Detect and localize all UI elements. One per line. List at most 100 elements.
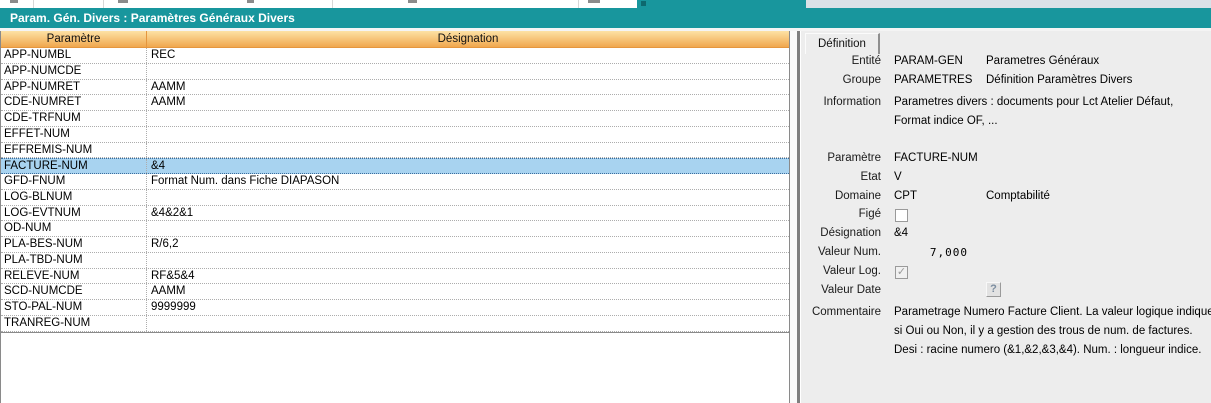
row-designation[interactable] [147, 190, 789, 205]
information-line2: Format indice OF, ... [894, 115, 998, 127]
row-parametre[interactable]: LOG-EVTNUM [1, 206, 147, 221]
table-row[interactable]: APP-NUMRETAAMM [1, 80, 789, 96]
tab-definition[interactable]: Définition [805, 33, 880, 54]
field-label: Domaine [801, 190, 881, 202]
table-row[interactable]: EFFREMIS-NUM [1, 143, 789, 159]
field-groupe: Groupe PARAMETRES Définition Paramètres … [801, 74, 1211, 91]
app-window: Param. Gén. Divers : Paramètres Généraux… [0, 0, 1211, 403]
table-row[interactable]: STO-PAL-NUM9999999 [1, 300, 789, 316]
table-row[interactable]: CDE-TRFNUM [1, 111, 789, 127]
table-row[interactable]: PLA-TBD-NUM [1, 253, 789, 269]
field-valeur-log: Valeur Log. ✓ [801, 265, 1211, 282]
panel-splitter[interactable] [790, 31, 800, 403]
table-row[interactable]: OD-NUM [1, 221, 789, 237]
field-entite: Entité PARAM-GEN Parametres Généraux [801, 55, 1211, 72]
row-parametre[interactable]: PLA-TBD-NUM [1, 253, 147, 268]
row-parametre[interactable]: EFFET-NUM [1, 127, 147, 142]
valeur-date-help-button[interactable]: ? [986, 282, 1001, 297]
row-parametre[interactable]: EFFREMIS-NUM [1, 143, 147, 158]
row-designation[interactable] [147, 253, 789, 268]
field-label: Etat [801, 171, 881, 183]
column-header-designation[interactable]: Désignation [147, 31, 789, 47]
row-parametre[interactable]: LOG-BLNUM [1, 190, 147, 205]
table-row[interactable]: FACTURE-NUM&4 [1, 158, 789, 174]
commentaire-line2: si Oui ou Non, il y a gestion des trous … [894, 325, 1193, 337]
row-designation[interactable]: 9999999 [147, 300, 789, 315]
row-designation[interactable] [147, 64, 789, 79]
row-parametre[interactable]: APP-NUMRET [1, 80, 147, 95]
field-label: Groupe [801, 74, 881, 86]
row-parametre[interactable]: SCD-NUMCDE [1, 284, 147, 299]
table-row[interactable]: PLA-BES-NUMR/6,2 [1, 237, 789, 253]
table-row[interactable]: SCD-NUMCDEAAMM [1, 284, 789, 300]
row-designation[interactable]: R/6,2 [147, 237, 789, 252]
domaine-code: CPT [894, 190, 917, 202]
field-label: Paramètre [801, 152, 881, 164]
entite-description: Parametres Généraux [986, 55, 1099, 67]
commentaire-line1: Parametrage Numero Facture Client. La va… [894, 306, 1211, 318]
row-designation[interactable]: &4&2&1 [147, 206, 789, 221]
row-designation[interactable]: AAMM [147, 95, 789, 110]
row-parametre[interactable]: PLA-BES-NUM [1, 237, 147, 252]
table-row[interactable]: GFD-FNUMFormat Num. dans Fiche DIAPASON [1, 174, 789, 190]
valeur-log-checkbox[interactable]: ✓ [895, 266, 908, 279]
table-row[interactable]: LOG-BLNUM [1, 190, 789, 206]
column-header-parametre[interactable]: Paramètre [1, 31, 147, 47]
row-designation[interactable]: &4 [147, 159, 789, 173]
toolbar-separator [578, 0, 579, 8]
row-designation[interactable] [147, 127, 789, 142]
field-label: Commentaire [801, 303, 881, 322]
window-title-bar: Param. Gén. Divers : Paramètres Généraux… [0, 8, 1211, 28]
table-row[interactable]: EFFET-NUM [1, 127, 789, 143]
clipped-toolbar-glyph [118, 0, 128, 3]
entite-code: PARAM-GEN [894, 55, 963, 67]
designation-value: &4 [894, 227, 908, 239]
row-parametre[interactable]: TRANREG-NUM [1, 316, 147, 331]
row-designation[interactable]: AAMM [147, 80, 789, 95]
table-row[interactable]: APP-NUMBLREC [1, 48, 789, 64]
grid-header: Paramètre Désignation [1, 31, 789, 48]
row-parametre[interactable]: STO-PAL-NUM [1, 300, 147, 315]
field-designation: Désignation &4 [801, 227, 1211, 244]
etat-value: V [894, 171, 902, 183]
row-parametre[interactable]: GFD-FNUM [1, 174, 147, 189]
field-parametre: Paramètre FACTURE-NUM [801, 152, 1211, 169]
grid-body: APP-NUMBLRECAPP-NUMCDEAPP-NUMRETAAMMCDE-… [1, 48, 789, 332]
clipped-toolbar-glyph [10, 0, 18, 3]
row-parametre[interactable]: CDE-NUMRET [1, 95, 147, 110]
grid-end-line [1, 332, 789, 333]
row-designation[interactable]: REC [147, 48, 789, 63]
clipped-toolbar-glyph [588, 0, 600, 3]
row-parametre[interactable]: APP-NUMBL [1, 48, 147, 63]
row-designation[interactable]: AAMM [147, 284, 789, 299]
row-designation[interactable]: RF&5&4 [147, 269, 789, 284]
field-domaine: Domaine CPT Comptabilité [801, 190, 1211, 207]
row-parametre[interactable]: OD-NUM [1, 221, 147, 236]
clipped-toolbar-glyph [247, 0, 254, 3]
groupe-description: Définition Paramètres Divers [986, 74, 1132, 86]
row-designation[interactable]: Format Num. dans Fiche DIAPASON [147, 174, 789, 189]
table-row[interactable]: CDE-NUMRETAAMM [1, 95, 789, 111]
row-parametre[interactable]: RELEVE-NUM [1, 269, 147, 284]
parameters-grid: Paramètre Désignation APP-NUMBLRECAPP-NU… [0, 31, 790, 403]
row-designation[interactable] [147, 111, 789, 126]
field-valeur-num: Valeur Num. 7,000 [801, 246, 1211, 263]
row-designation[interactable] [147, 143, 789, 158]
row-parametre[interactable]: APP-NUMCDE [1, 64, 147, 79]
table-row[interactable]: RELEVE-NUMRF&5&4 [1, 269, 789, 285]
table-row[interactable]: LOG-EVTNUM&4&2&1 [1, 206, 789, 222]
table-row[interactable]: TRANREG-NUM [1, 316, 789, 332]
fige-checkbox[interactable] [895, 209, 908, 222]
row-designation[interactable] [147, 316, 789, 331]
page-title: Param. Gén. Divers : Paramètres Généraux… [10, 11, 295, 25]
field-label: Valeur Log. [801, 265, 881, 277]
row-designation[interactable] [147, 221, 789, 236]
table-row[interactable]: APP-NUMCDE [1, 64, 789, 80]
field-label: Valeur Num. [801, 246, 881, 258]
row-parametre[interactable]: FACTURE-NUM [1, 159, 147, 173]
commentaire-line3: Desi : racine numero (&1,&2,&3,&4). Num.… [894, 344, 1201, 356]
toolbar-separator [33, 0, 34, 8]
clipped-icon [641, 1, 646, 6]
information-text: Parametres divers : documents pour Lct A… [894, 93, 1173, 131]
row-parametre[interactable]: CDE-TRFNUM [1, 111, 147, 126]
